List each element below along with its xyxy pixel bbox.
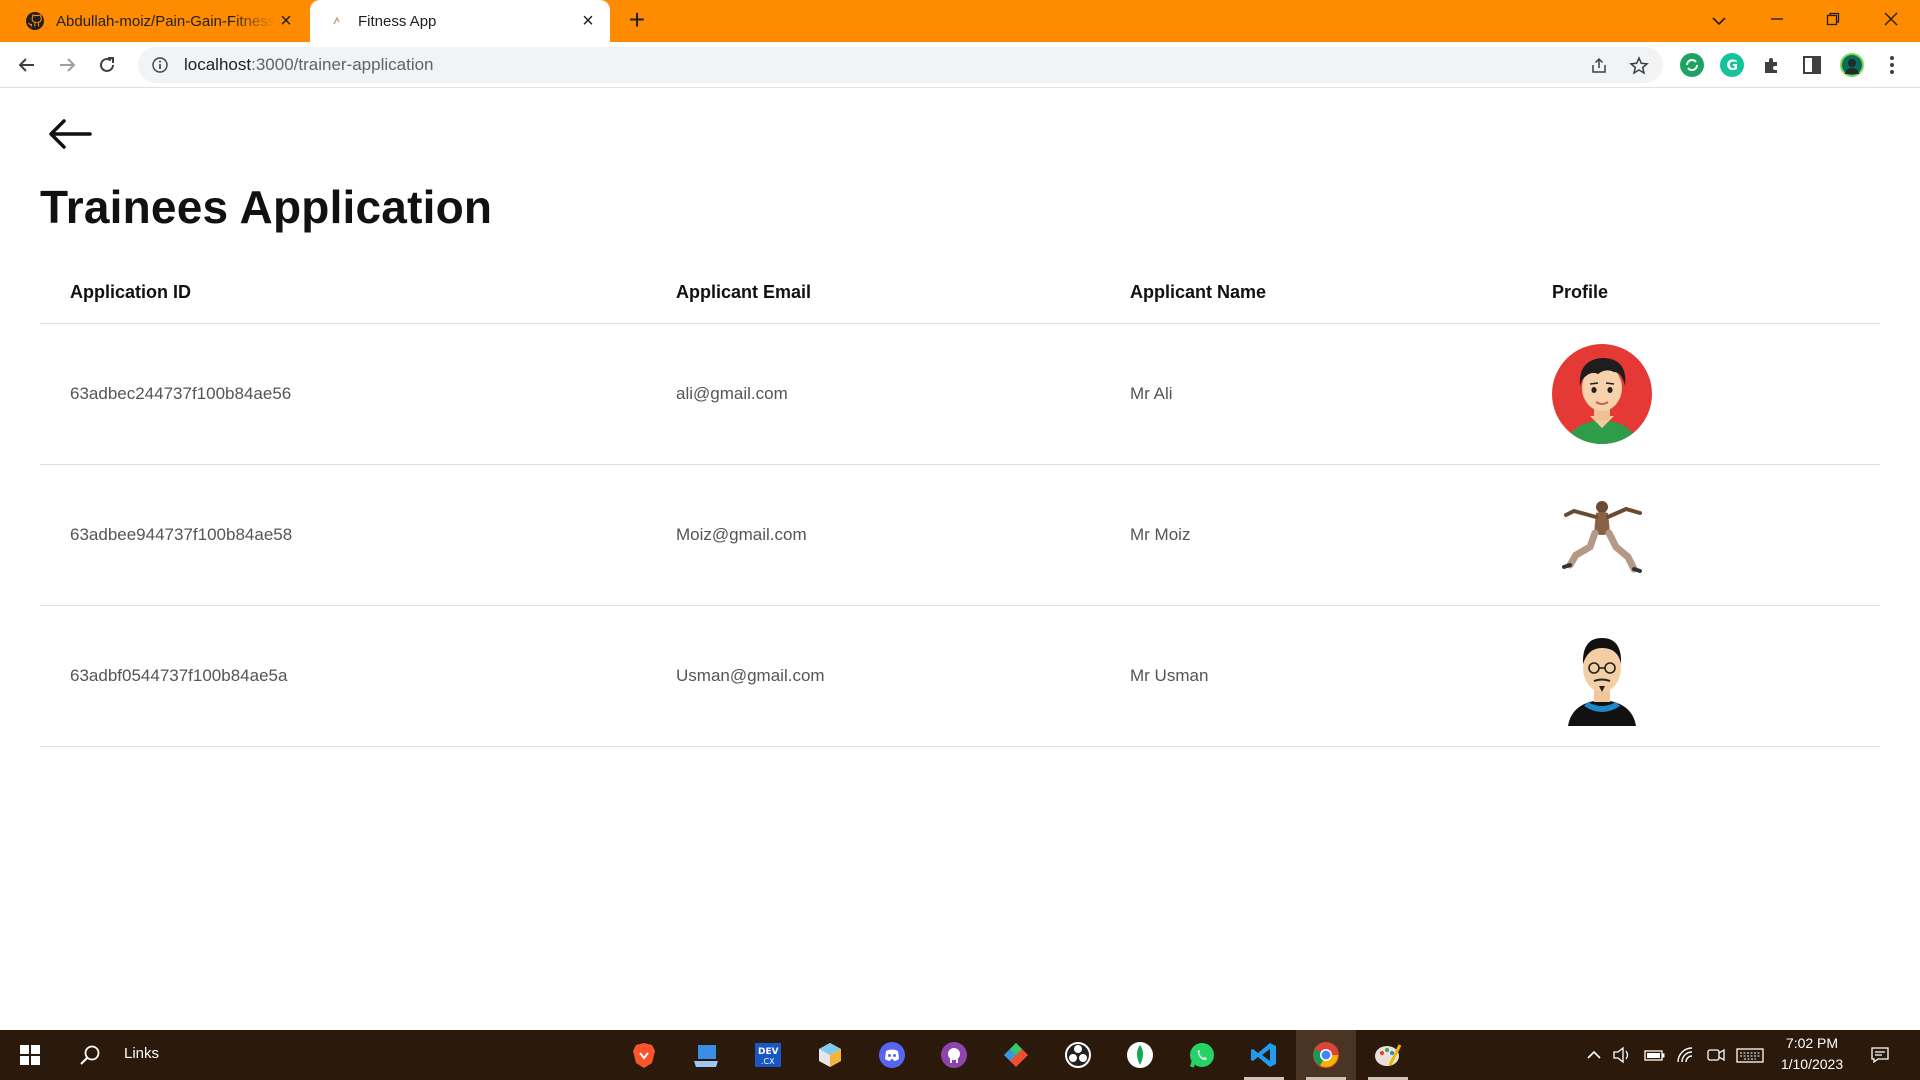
info-icon[interactable] [150, 55, 170, 75]
taskbar-search-label[interactable]: Links [124, 1045, 159, 1062]
svg-text:.CX: .CX [761, 1057, 775, 1066]
windows-start-icon[interactable] [14, 1039, 46, 1071]
browser-toolbar: localhost:3000/trainer-application G [0, 42, 1920, 88]
applicant-name: Mr Usman [1130, 666, 1209, 685]
url-path: :3000/trainer-application [251, 55, 434, 74]
martial-artist-avatar[interactable] [1552, 485, 1652, 585]
page-title: Trainees Application [40, 181, 493, 233]
glasses-man-avatar[interactable] [1552, 626, 1652, 726]
profile-avatar-icon[interactable] [1840, 53, 1864, 77]
arrow-left-icon[interactable] [46, 116, 94, 152]
paint-app-icon[interactable] [1372, 1039, 1404, 1071]
table-row: 63adbee944737f100b84ae58 Moiz@gmail.com … [40, 465, 1880, 606]
grammarly-icon[interactable]: G [1720, 53, 1744, 77]
address-bar[interactable]: localhost:3000/trainer-application [138, 47, 1663, 83]
header-application-id: Application ID [70, 282, 191, 302]
applicant-name: Mr Moiz [1130, 525, 1191, 544]
tab-fitness-app[interactable]: Fitness App × [310, 0, 610, 42]
obs-studio-icon[interactable] [1062, 1039, 1094, 1071]
close-icon[interactable]: × [578, 11, 598, 31]
clock-time[interactable]: 7:02 PM [1776, 1035, 1848, 1051]
restore-button[interactable] [1818, 6, 1848, 34]
tab-github[interactable]: Abdullah-moiz/Pain-Gain-Fitness × [12, 0, 308, 42]
bookmark-star-icon[interactable] [1628, 55, 1650, 77]
github-icon [24, 10, 46, 32]
back-button[interactable] [12, 50, 42, 80]
tab-title: Fitness App [358, 12, 437, 30]
file-explorer-icon[interactable] [690, 1039, 722, 1071]
table-row: 63adbec244737f100b84ae56 ali@gmail.com M… [40, 324, 1880, 465]
chrome-icon[interactable] [1310, 1039, 1342, 1071]
extensions-puzzle-icon[interactable] [1760, 53, 1784, 77]
applicant-email: Moiz@gmail.com [676, 525, 807, 544]
brave-browser-icon[interactable] [628, 1039, 660, 1071]
tab-search-icon[interactable] [1704, 6, 1734, 34]
side-panel-icon[interactable] [1800, 53, 1824, 77]
menu-kebab-icon[interactable] [1880, 53, 1904, 77]
applicant-email: ali@gmail.com [676, 384, 788, 403]
search-icon[interactable] [74, 1039, 106, 1071]
keyboard-icon[interactable] [1736, 1046, 1764, 1064]
browser-tab-strip: Abdullah-moiz/Pain-Gain-Fitness × Fitnes… [0, 0, 1920, 42]
github-desktop-icon[interactable] [938, 1039, 970, 1071]
header-applicant-email: Applicant Email [676, 282, 812, 302]
cartoon-boy-avatar[interactable] [1552, 344, 1652, 444]
battery-icon[interactable] [1644, 1046, 1665, 1064]
application-id: 63adbec244737f100b84ae56 [70, 384, 292, 403]
share-icon[interactable] [1588, 55, 1610, 77]
windows-taskbar: Links DEV .CX 7:02 PM 1/10/2023 [0, 1030, 1920, 1080]
whatsapp-icon[interactable] [1186, 1039, 1218, 1071]
vscode-icon[interactable] [1248, 1039, 1280, 1071]
svg-text:G: G [1727, 58, 1739, 74]
url-host: localhost [184, 55, 252, 74]
close-icon[interactable]: × [276, 11, 296, 31]
wifi-icon[interactable] [1676, 1046, 1696, 1064]
clock-date[interactable]: 1/10/2023 [1772, 1056, 1852, 1072]
header-applicant-name: Applicant Name [1130, 282, 1267, 302]
application-id: 63adbee944737f100b84ae58 [70, 525, 293, 544]
new-tab-button[interactable]: + [624, 6, 650, 34]
gitkraken-icon[interactable] [1000, 1039, 1032, 1071]
applicant-email: Usman@gmail.com [676, 666, 825, 685]
close-window-button[interactable] [1876, 6, 1906, 34]
table-row: 63adbf0544737f100b84ae5a Usman@gmail.com… [40, 606, 1880, 747]
mongodb-compass-icon[interactable] [1124, 1039, 1156, 1071]
chevron-up-icon[interactable] [1584, 1046, 1604, 1064]
volume-icon[interactable] [1612, 1046, 1632, 1064]
discord-icon[interactable] [876, 1039, 908, 1071]
tab-title: Abdullah-moiz/Pain-Gain-Fitness [56, 12, 276, 30]
minimize-button[interactable] [1762, 6, 1792, 34]
devcx-icon[interactable]: DEV .CX [752, 1039, 784, 1071]
sync-extension-icon[interactable] [1680, 53, 1704, 77]
reload-button[interactable] [92, 50, 122, 80]
svg-text:DEV: DEV [758, 1047, 779, 1057]
notification-center-icon[interactable] [1870, 1046, 1890, 1064]
app-favicon [326, 10, 348, 32]
applications-table: Application ID Applicant Email Applicant… [40, 264, 1880, 747]
forward-button[interactable] [52, 50, 82, 80]
meet-now-icon[interactable] [1706, 1046, 1726, 1064]
application-id: 63adbf0544737f100b84ae5a [70, 666, 288, 685]
cube-app-icon[interactable] [814, 1039, 846, 1071]
applicant-name: Mr Ali [1130, 384, 1173, 403]
header-profile: Profile [1552, 282, 1609, 302]
table-header: Application ID Applicant Email Applicant… [40, 264, 1880, 324]
